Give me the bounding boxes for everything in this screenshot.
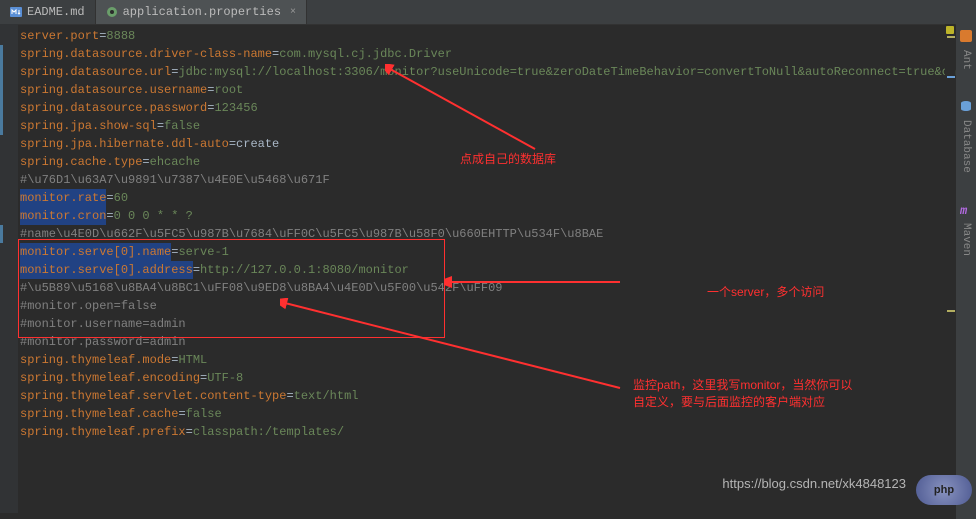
editor-gutter: [0, 24, 18, 513]
php-badge: php: [916, 475, 972, 505]
svg-text:m: m: [960, 204, 968, 215]
markdown-icon: [10, 6, 22, 18]
close-icon[interactable]: ×: [290, 7, 296, 18]
annotation-text-3: 监控path，这里我写monitor，当然你可以 自定义，要与后面监控的客户端对…: [633, 376, 852, 410]
change-marker: [0, 99, 3, 117]
tool-maven[interactable]: m Maven: [960, 203, 972, 256]
change-marker: [0, 117, 3, 135]
code-line[interactable]: spring.datasource.username=root: [20, 81, 956, 99]
code-line[interactable]: spring.datasource.url=jdbc:mysql://local…: [20, 63, 956, 81]
ant-icon: [960, 30, 972, 46]
properties-icon: [106, 6, 118, 18]
code-line[interactable]: monitor.cron=0 0 0 * * ?: [20, 207, 956, 225]
code-line[interactable]: spring.datasource.password=123456: [20, 99, 956, 117]
tab-label: application.properties: [123, 5, 281, 19]
code-line[interactable]: server.port=8888: [20, 27, 956, 45]
change-marker: [0, 81, 3, 99]
code-line[interactable]: spring.jpa.show-sql=false: [20, 117, 956, 135]
code-line[interactable]: monitor.serve[0].name=serve-1: [20, 243, 956, 261]
code-line[interactable]: #name\u4E0D\u662F\u5FC5\u987B\u7684\uFF0…: [20, 225, 956, 243]
code-line[interactable]: spring.thymeleaf.mode=HTML: [20, 351, 956, 369]
code-line[interactable]: monitor.serve[0].address=http://127.0.0.…: [20, 261, 956, 279]
maven-icon: m: [960, 203, 972, 219]
change-marker: [0, 63, 3, 81]
tool-ant[interactable]: Ant: [960, 30, 972, 70]
tab-label: EADME.md: [27, 5, 85, 19]
right-sidebar: Ant Database m Maven: [956, 24, 976, 519]
annotation-text-2: 一个server，多个访问: [707, 283, 824, 300]
code-line[interactable]: #monitor.username=admin: [20, 315, 956, 333]
code-line[interactable]: spring.datasource.driver-class-name=com.…: [20, 45, 956, 63]
warning-indicator: [946, 26, 954, 34]
code-line[interactable]: monitor.rate=60: [20, 189, 956, 207]
tab-application-properties[interactable]: application.properties ×: [96, 0, 307, 24]
annotation-text-1: 点成自己的数据库: [460, 150, 556, 167]
code-line[interactable]: spring.thymeleaf.prefix=classpath:/templ…: [20, 423, 956, 441]
code-line[interactable]: #monitor.password=admin: [20, 333, 956, 351]
watermark-text: https://blog.csdn.net/xk4848123: [722, 476, 906, 491]
change-marker: [0, 225, 3, 243]
tab-readme[interactable]: EADME.md: [0, 0, 96, 24]
code-editor[interactable]: server.port=8888spring.datasource.driver…: [20, 27, 956, 513]
code-line[interactable]: #\u76D1\u63A7\u9891\u7387\u4E0E\u5468\u6…: [20, 171, 956, 189]
database-icon: [960, 100, 972, 116]
editor-tabs: EADME.md application.properties ×: [0, 0, 976, 25]
scrollbar[interactable]: [945, 24, 955, 513]
change-marker: [0, 45, 3, 63]
tool-database[interactable]: Database: [960, 100, 972, 173]
